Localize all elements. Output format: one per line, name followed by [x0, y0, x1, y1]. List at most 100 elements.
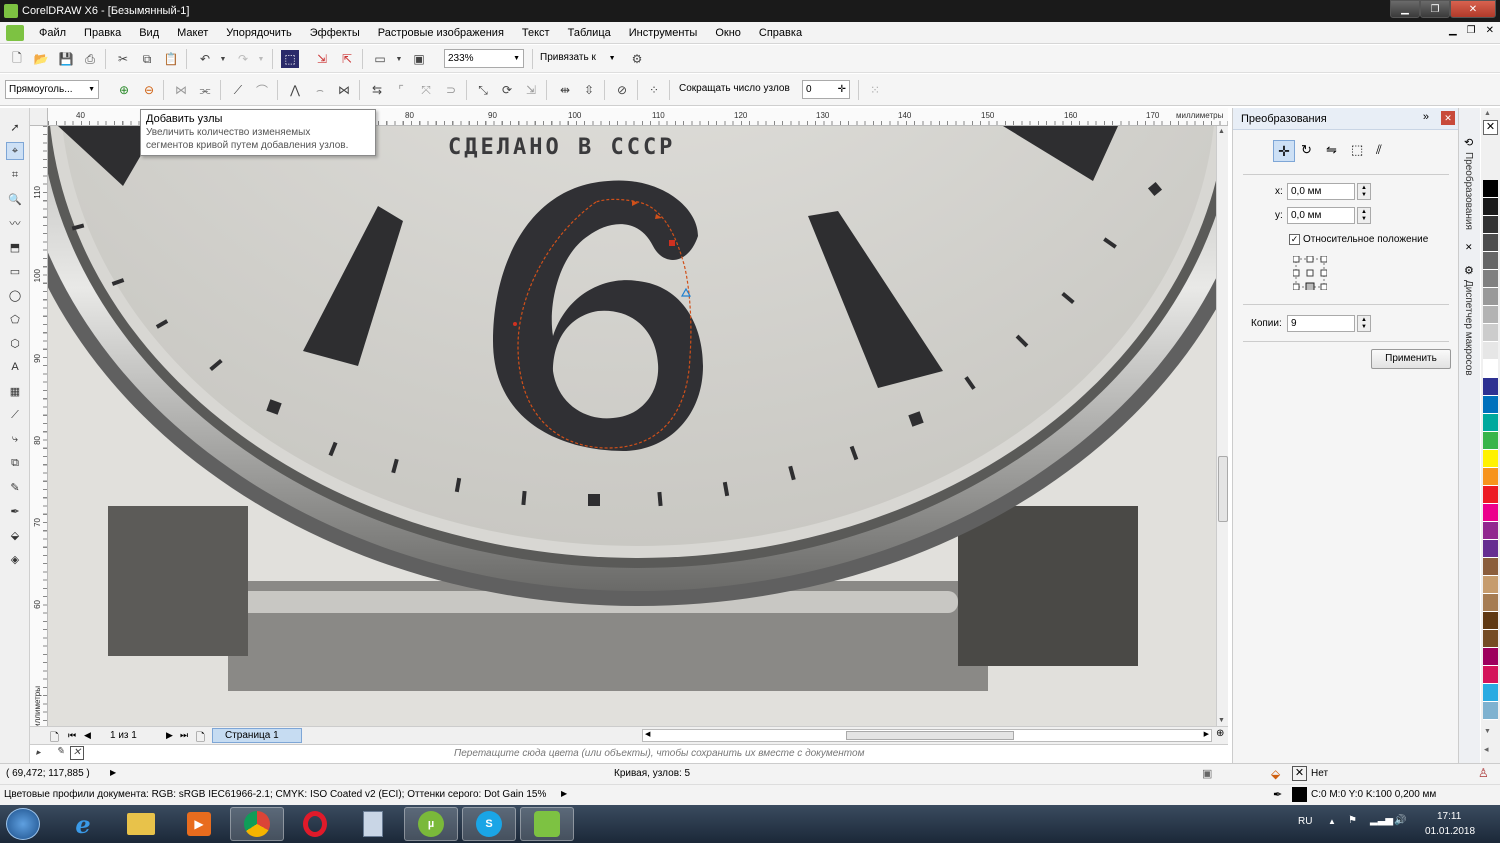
color-proof-icon[interactable]: ▣ — [1202, 767, 1212, 780]
color-profiles-text[interactable]: Цветовые профили документа: RGB: sRGB IE… — [4, 789, 546, 800]
rotate-tab-icon[interactable]: ↻ — [1301, 142, 1312, 158]
color-swatch[interactable] — [1483, 504, 1498, 522]
color-swatch[interactable] — [1483, 522, 1498, 540]
menu-file[interactable]: Файл — [30, 27, 75, 39]
doc-restore-button[interactable]: ❐ — [1467, 25, 1476, 36]
color-swatch[interactable] — [1483, 306, 1498, 324]
clock-time[interactable]: 17:11 — [1437, 811, 1461, 822]
elastic-mode-icon[interactable]: ⊘ — [613, 81, 631, 99]
quick-customize-icon[interactable]: ♙ — [1478, 766, 1489, 780]
cusp-node-icon[interactable]: ⋀ — [286, 81, 304, 99]
zoom-combo[interactable]: 233% ▼ — [444, 49, 524, 68]
horizontal-scrollbar[interactable]: ◀ ▶ — [642, 729, 1212, 742]
new-document-icon[interactable]: 🗋 — [8, 50, 26, 68]
app-launcher-dropdown-icon[interactable]: ▼ — [390, 50, 408, 68]
taskbar-utorrent-icon[interactable]: µ — [404, 807, 458, 841]
eyedropper-tool-icon[interactable]: ✎ — [6, 478, 24, 496]
color-swatch[interactable] — [1483, 288, 1498, 306]
rotate-nodes-icon[interactable]: ⟳ — [498, 81, 516, 99]
no-fill-swatch-icon[interactable]: ✕ — [1483, 120, 1498, 135]
maximize-button[interactable]: ❐ — [1420, 0, 1450, 18]
profiles-expand-icon[interactable]: ▶ — [561, 789, 567, 798]
stretch-nodes-icon[interactable]: ⤡ — [474, 81, 492, 99]
crop-tool-icon[interactable]: ⌗ — [6, 166, 24, 184]
doc-close-button[interactable]: ✕ — [1486, 25, 1494, 36]
y-spinner[interactable]: ▲ ▼ — [1357, 207, 1371, 224]
docker-tab-transformations[interactable]: Преобразования — [1463, 152, 1474, 230]
undo-dropdown-icon[interactable]: ▼ — [214, 50, 232, 68]
taskbar-media-player-icon[interactable]: ▶ — [172, 807, 226, 841]
undo-icon[interactable]: ↶ — [196, 50, 214, 68]
break-curve-icon[interactable]: ⫘ — [196, 81, 214, 99]
vertical-reflect-icon[interactable]: ⇳ — [580, 81, 598, 99]
y-position-input[interactable]: 0,0 мм — [1287, 207, 1355, 224]
transform-tab-icon[interactable]: ⟲ — [1464, 136, 1473, 149]
connector-tool-icon[interactable]: ⤷ — [6, 430, 24, 448]
size-tab-icon[interactable]: ⬚ — [1351, 142, 1363, 158]
shape-tool-icon[interactable]: ⌖ — [6, 142, 24, 160]
copy-icon[interactable]: ⧉ — [138, 50, 156, 68]
taskbar-skype-icon[interactable]: S — [462, 807, 516, 841]
snap-to-dropdown[interactable]: Привязать к ▼ — [540, 52, 616, 63]
to-line-icon[interactable]: ⟋ — [229, 81, 247, 99]
fill-tool-icon[interactable]: ⬙ — [6, 526, 24, 544]
tray-flag-icon[interactable]: ⚑ — [1348, 815, 1357, 826]
color-swatch[interactable] — [1483, 324, 1498, 342]
menu-edit[interactable]: Правка — [75, 27, 130, 39]
color-swatch[interactable] — [1483, 270, 1498, 288]
next-page-icon[interactable]: ▶ — [166, 730, 173, 741]
curve-node[interactable] — [669, 240, 675, 246]
join-nodes-icon[interactable]: ⋈ — [172, 81, 190, 99]
dimension-tool-icon[interactable]: ⟋ — [6, 406, 24, 424]
vertical-scroll-thumb[interactable] — [1218, 456, 1228, 522]
copies-spinner[interactable]: ▲ ▼ — [1357, 315, 1371, 332]
extend-curve-icon[interactable]: ⌜ — [392, 81, 410, 99]
text-tool-icon[interactable]: A — [6, 358, 24, 376]
options-icon[interactable]: ⚙ — [628, 50, 646, 68]
skew-tab-icon[interactable]: ⫽ — [1376, 142, 1382, 158]
freehand-tool-icon[interactable]: 〰 — [6, 214, 24, 232]
menu-help[interactable]: Справка — [750, 27, 811, 39]
zoom-tool-icon[interactable]: 🔍 — [6, 190, 24, 208]
curve-node[interactable] — [513, 322, 517, 326]
color-swatch[interactable] — [1483, 558, 1498, 576]
color-swatch[interactable] — [1483, 360, 1498, 378]
color-swatch[interactable] — [1483, 252, 1498, 270]
fill-none-swatch-icon[interactable]: ✕ — [1292, 766, 1307, 781]
close-curve-icon[interactable]: ⊃ — [442, 81, 460, 99]
macro-tab-icon[interactable]: ⚙ — [1464, 264, 1474, 277]
first-page-icon[interactable]: ⏮ — [68, 730, 76, 741]
redo-dropdown-icon[interactable]: ▼ — [252, 50, 270, 68]
taskbar-coreldraw-icon[interactable] — [520, 807, 574, 841]
no-color-swatch-icon[interactable]: ✕ — [70, 746, 84, 760]
docker-tab-macro-manager[interactable]: Диспетчер макросов — [1463, 280, 1474, 376]
eyedropper-icon[interactable]: ✎ — [56, 746, 64, 757]
app-menu-icon[interactable] — [6, 24, 24, 41]
export-icon[interactable]: ⇱ — [338, 50, 356, 68]
anchor-point-grid[interactable] — [1292, 255, 1328, 292]
color-swatch[interactable] — [1483, 630, 1498, 648]
relative-position-checkbox[interactable]: ✓ — [1289, 234, 1300, 245]
color-swatch[interactable] — [1483, 378, 1498, 396]
docker-tab-close-icon[interactable]: ✕ — [1465, 242, 1473, 253]
position-tab-icon[interactable]: ✛ — [1273, 140, 1295, 162]
prev-page-icon[interactable]: ◀ — [84, 730, 91, 741]
polygon-tool-icon[interactable]: ⬠ — [6, 310, 24, 328]
color-swatch[interactable] — [1483, 432, 1498, 450]
print-icon[interactable]: ⎙ — [81, 50, 99, 68]
language-indicator[interactable]: RU — [1298, 816, 1312, 827]
horizontal-scroll-thumb[interactable] — [846, 731, 1014, 740]
scale-mirror-tab-icon[interactable]: ⇋ — [1326, 142, 1337, 158]
select-all-nodes-icon[interactable]: ⁘ — [645, 81, 663, 99]
selection-mode-combo[interactable]: Прямоуголь... ▼ — [5, 80, 99, 99]
interactive-fill-tool-icon[interactable]: ◈ — [6, 550, 24, 568]
clock-date[interactable]: 01.01.2018 — [1425, 826, 1475, 837]
blend-tool-icon[interactable]: ⧉ — [6, 454, 24, 472]
welcome-screen-icon[interactable]: ▣ — [410, 50, 428, 68]
apply-button[interactable]: Применить — [1371, 349, 1451, 369]
extract-subpath-icon[interactable]: ⤧ — [417, 81, 435, 99]
color-swatch[interactable] — [1483, 666, 1498, 684]
delete-nodes-icon[interactable]: ⊖ — [140, 81, 158, 99]
color-swatch[interactable] — [1483, 648, 1498, 666]
taskbar-explorer-icon[interactable] — [114, 807, 168, 841]
